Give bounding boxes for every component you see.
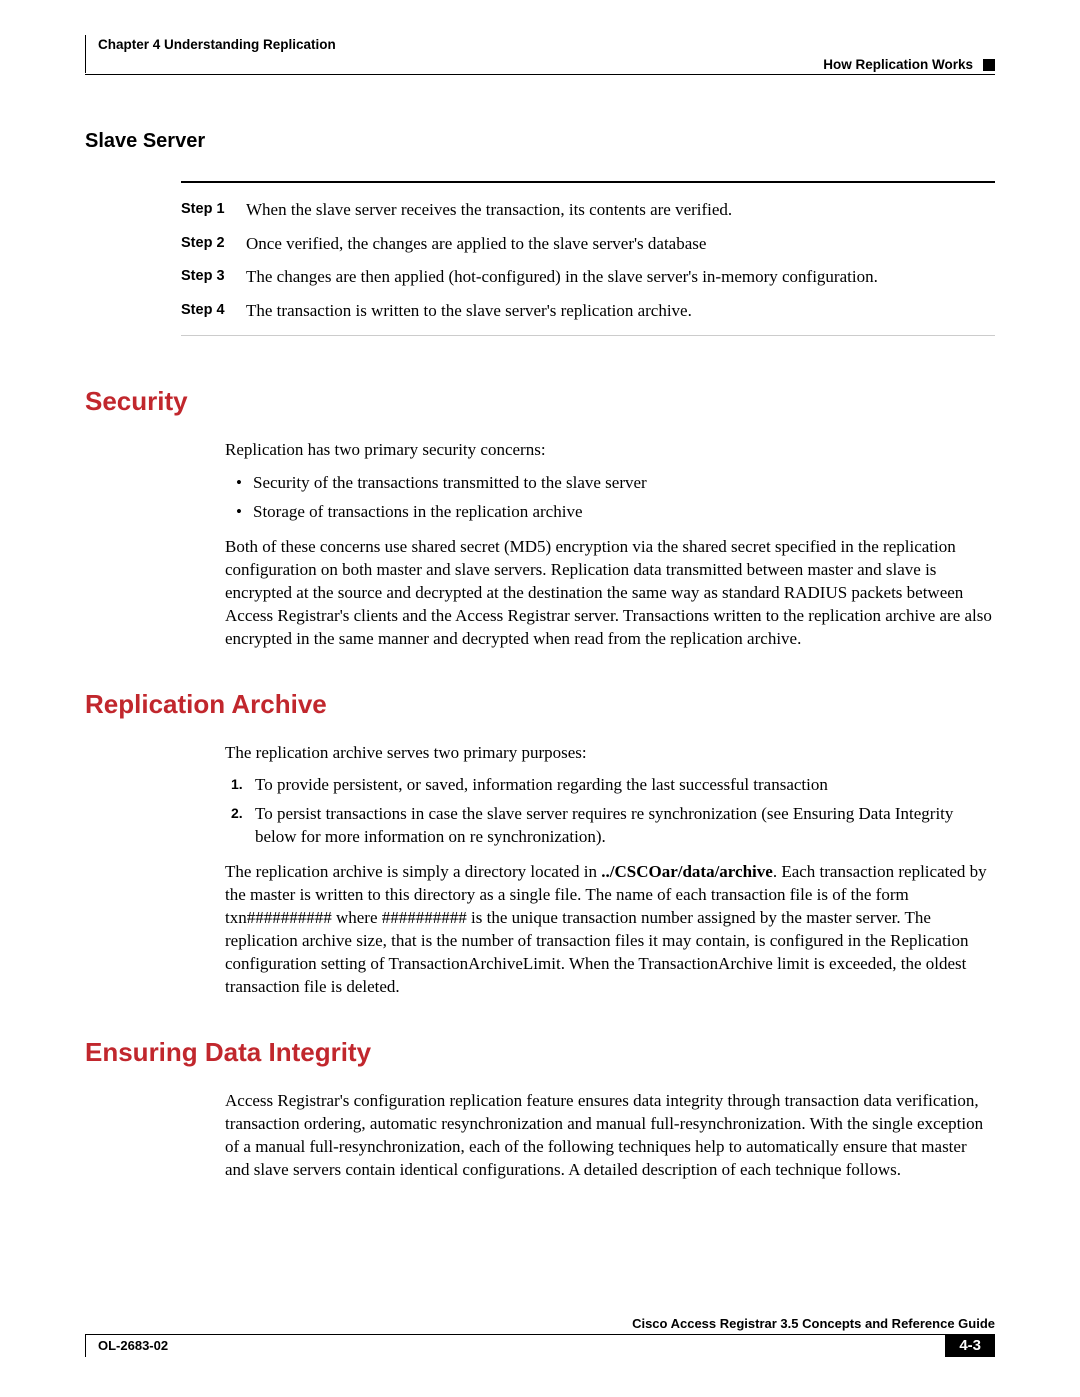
integrity-para: Access Registrar's configuration replica…	[225, 1090, 995, 1182]
list-item: To provide persistent, or saved, informa…	[225, 774, 995, 797]
list-item: Security of the transactions transmitted…	[225, 472, 995, 495]
page-footer: Cisco Access Registrar 3.5 Concepts and …	[85, 1316, 995, 1357]
step-label: Step 3	[181, 264, 246, 290]
step-label: Step 2	[181, 231, 246, 257]
header-section: How Replication Works	[823, 57, 973, 72]
security-para: Both of these concerns use shared secret…	[225, 536, 995, 651]
step-row: Step 3 The changes are then applied (hot…	[181, 260, 995, 294]
steps-block: Step 1 When the slave server receives th…	[181, 181, 995, 336]
page: Chapter 4 Understanding Replication How …	[0, 0, 1080, 1397]
step-label: Step 4	[181, 298, 246, 324]
footer-doc-title: Cisco Access Registrar 3.5 Concepts and …	[85, 1316, 995, 1334]
step-text: Once verified, the changes are applied t…	[246, 231, 706, 257]
heading-security: Security	[85, 386, 995, 417]
archive-body: The replication archive serves two prima…	[225, 742, 995, 999]
step-row: Step 4 The transaction is written to the…	[181, 294, 995, 328]
list-item: To persist transactions in case the slav…	[225, 803, 995, 849]
archive-numlist: To provide persistent, or saved, informa…	[225, 774, 995, 849]
archive-para: The replication archive is simply a dire…	[225, 861, 995, 999]
footer-rule: OL-2683-02 4-3	[85, 1334, 995, 1357]
heading-replication-archive: Replication Archive	[85, 689, 995, 720]
heading-data-integrity: Ensuring Data Integrity	[85, 1037, 995, 1068]
security-bullets: Security of the transactions transmitted…	[225, 472, 995, 524]
step-text: When the slave server receives the trans…	[246, 197, 732, 223]
header-chapter: Chapter 4 Understanding Replication	[98, 37, 336, 52]
step-row: Step 1 When the slave server receives th…	[181, 193, 995, 227]
header-section-row: How Replication Works	[823, 57, 995, 72]
security-body: Replication has two primary security con…	[225, 439, 995, 651]
content: Slave Server Step 1 When the slave serve…	[85, 75, 995, 1182]
step-text: The transaction is written to the slave …	[246, 298, 692, 324]
list-item: Storage of transactions in the replicati…	[225, 501, 995, 524]
header-end-marker-icon	[983, 59, 995, 71]
integrity-body: Access Registrar's configuration replica…	[225, 1090, 995, 1182]
step-label: Step 1	[181, 197, 246, 223]
security-intro: Replication has two primary security con…	[225, 439, 995, 462]
subheading-slave-server: Slave Server	[85, 130, 995, 153]
archive-para-pre: The replication archive is simply a dire…	[225, 862, 601, 881]
step-text: The changes are then applied (hot-config…	[246, 264, 878, 290]
page-number: 4-3	[945, 1334, 995, 1357]
footer-doc-id: OL-2683-02	[98, 1338, 168, 1353]
steps-top-rule	[181, 181, 995, 183]
archive-para-post: . Each transaction replicated by the mas…	[225, 862, 987, 996]
steps-bottom-rule	[181, 335, 995, 336]
step-row: Step 2 Once verified, the changes are ap…	[181, 227, 995, 261]
page-header: Chapter 4 Understanding Replication How …	[85, 35, 995, 73]
archive-intro: The replication archive serves two prima…	[225, 742, 995, 765]
archive-path: ../CSCOar/data/archive	[601, 862, 773, 881]
